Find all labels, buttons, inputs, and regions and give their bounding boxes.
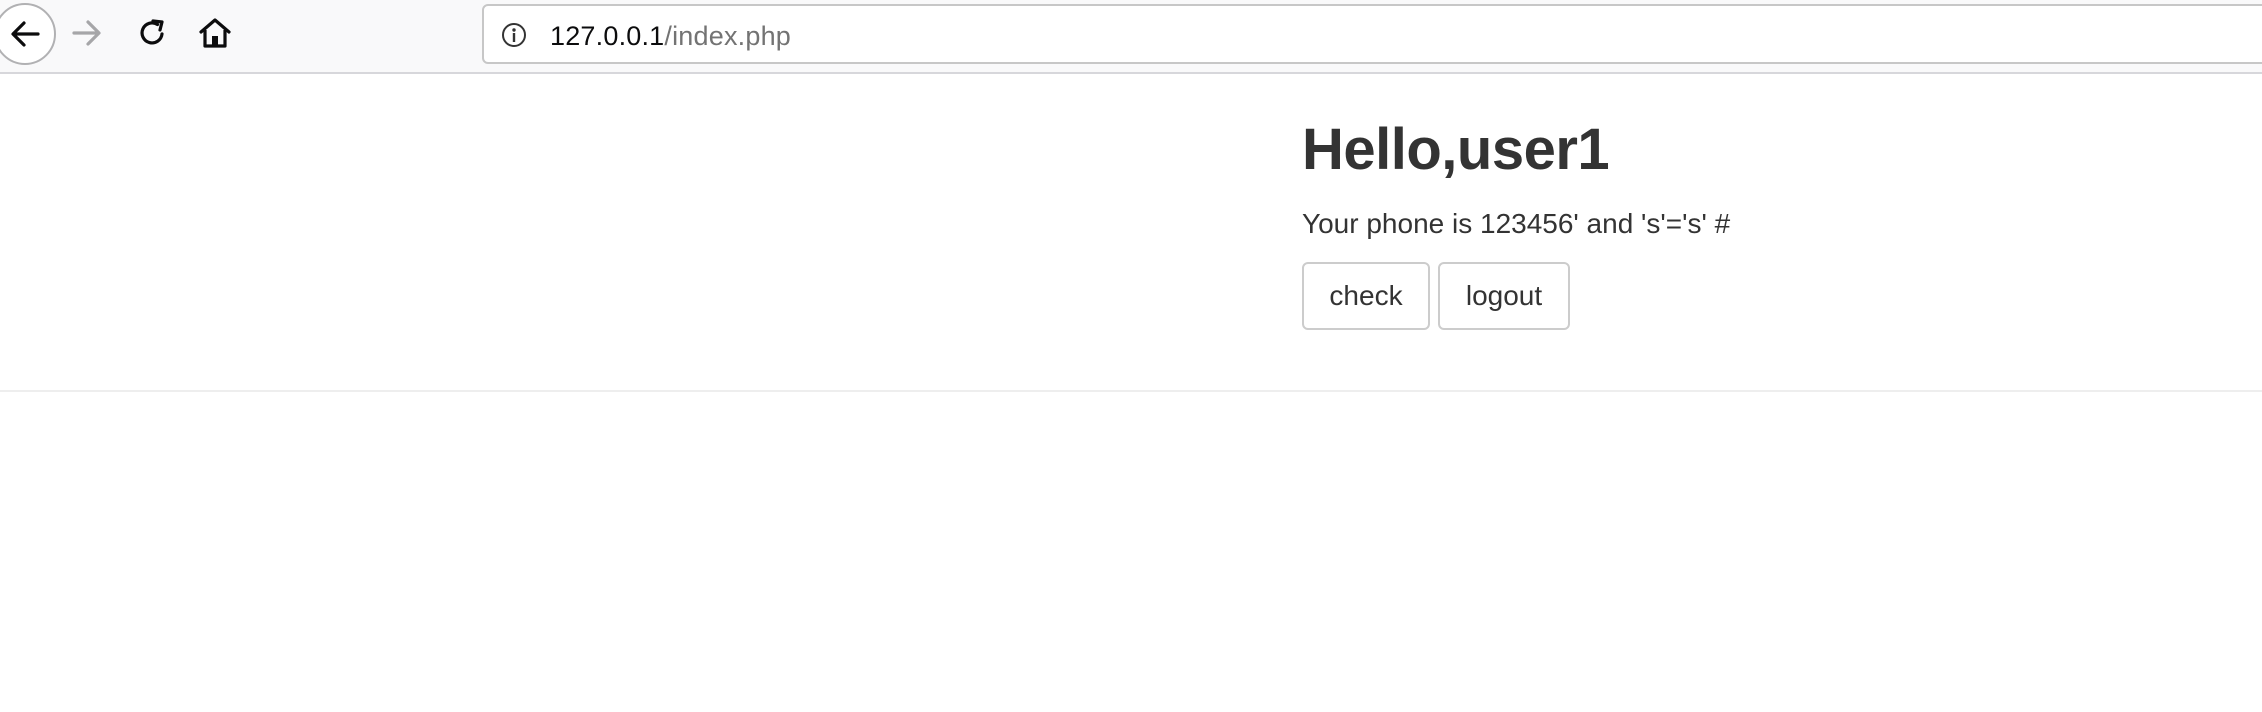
info-icon[interactable] [501, 22, 527, 48]
address-bar[interactable]: 127.0.0.1/index.php [482, 4, 2262, 64]
url-text[interactable]: 127.0.0.1/index.php [550, 20, 791, 52]
greeting-heading: Hello,user1 [1302, 117, 1610, 182]
browser-toolbar: 127.0.0.1/index.php [0, 0, 2262, 74]
divider [0, 390, 2262, 392]
back-button[interactable] [0, 3, 56, 65]
check-button[interactable]: check [1302, 262, 1430, 330]
url-host: 127.0.0.1 [550, 21, 665, 51]
reload-icon [140, 19, 164, 45]
back-icon [11, 21, 40, 47]
forward-icon [72, 20, 101, 46]
forward-button[interactable] [57, 3, 117, 63]
home-button[interactable] [185, 3, 245, 63]
phone-text: Your phone is 123456' and 's'='s' # [1302, 208, 1731, 239]
logout-button[interactable]: logout [1438, 262, 1570, 330]
home-icon [199, 18, 231, 48]
reload-button[interactable] [122, 3, 182, 63]
page-content: Hello,user1 Your phone is 123456' and 's… [1302, 112, 1730, 330]
url-path: /index.php [664, 21, 792, 51]
